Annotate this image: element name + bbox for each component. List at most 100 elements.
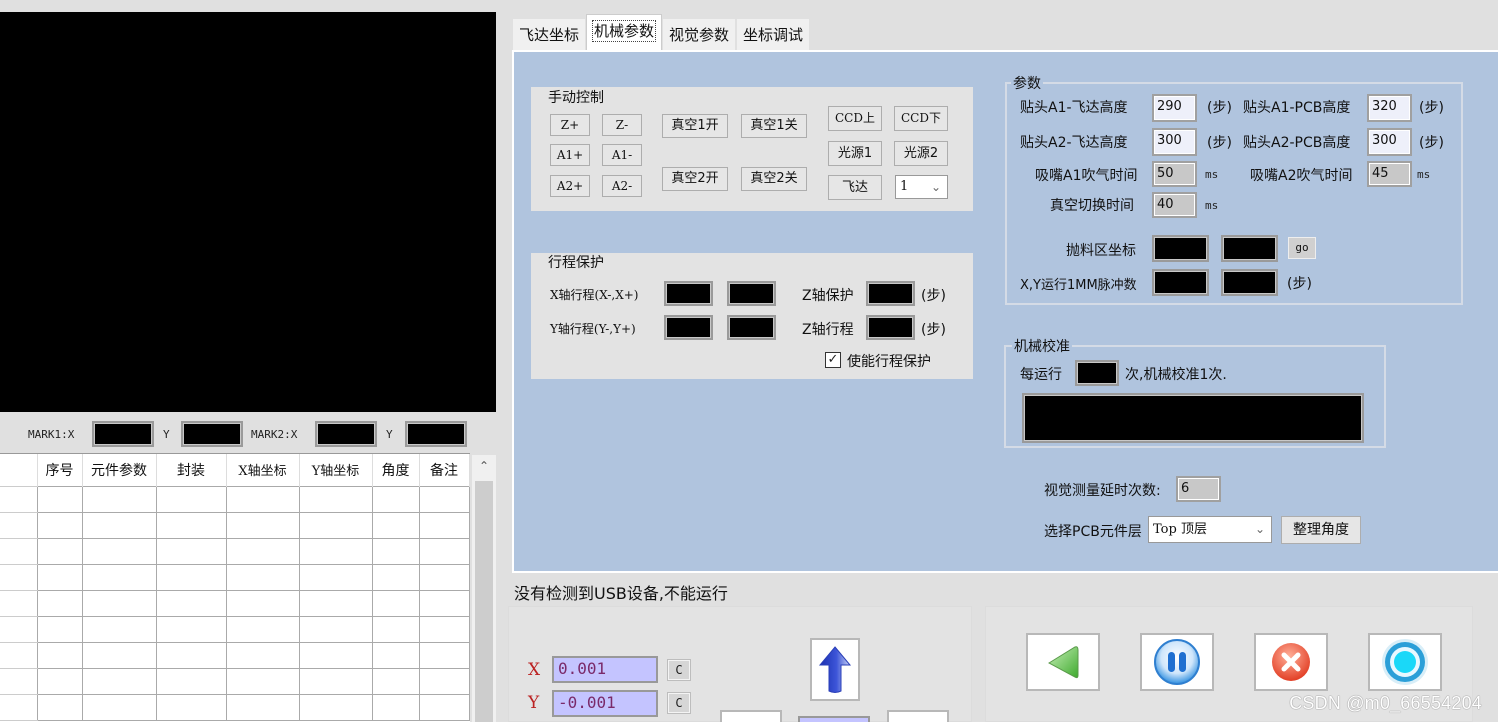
a2-plus-button[interactable]: A2+ <box>550 175 590 197</box>
pcb-layer-select[interactable]: Top 顶层 ⌄ <box>1148 516 1272 543</box>
z-plus-button[interactable]: Z+ <box>550 114 590 136</box>
table-cell[interactable] <box>36 511 83 539</box>
pulse-x-input[interactable] <box>1152 269 1209 296</box>
jog-y-input[interactable]: -0.001 <box>552 690 658 717</box>
col-header-rowhead[interactable] <box>0 454 38 486</box>
table-cell[interactable] <box>225 537 300 565</box>
table-cell[interactable] <box>371 589 420 617</box>
calibration-log[interactable] <box>1022 393 1364 443</box>
table-cell[interactable] <box>81 563 157 591</box>
table-row[interactable] <box>0 667 470 695</box>
z-protect-input[interactable] <box>866 281 915 306</box>
row-header-cell[interactable] <box>0 537 38 565</box>
table-cell[interactable] <box>155 641 227 669</box>
tab-vision-params[interactable]: 视觉参数 <box>662 18 737 50</box>
a1-feeder-height-input[interactable]: 290 <box>1152 94 1197 122</box>
table-cell[interactable] <box>371 641 420 669</box>
table-cell[interactable] <box>298 485 373 513</box>
table-cell[interactable] <box>225 589 300 617</box>
table-cell[interactable] <box>418 667 470 695</box>
table-cell[interactable] <box>298 563 373 591</box>
vacuum1-off-button[interactable]: 真空1关 <box>741 114 807 138</box>
table-cell[interactable] <box>298 537 373 565</box>
table-cell[interactable] <box>155 511 227 539</box>
table-cell[interactable] <box>225 511 300 539</box>
table-row[interactable] <box>0 537 470 565</box>
table-cell[interactable] <box>155 563 227 591</box>
table-cell[interactable] <box>81 693 157 721</box>
table-cell[interactable] <box>81 615 157 643</box>
a1-plus-button[interactable]: A1+ <box>550 144 590 166</box>
table-row[interactable] <box>0 511 470 539</box>
table-cell[interactable] <box>371 667 420 695</box>
pulse-y-input[interactable] <box>1221 269 1278 296</box>
tab-feeder-coords[interactable]: 飞达坐标 <box>512 18 587 50</box>
nozzle-a2-blow-input[interactable]: 45 <box>1367 161 1412 187</box>
table-cell[interactable] <box>298 615 373 643</box>
table-cell[interactable] <box>225 693 300 721</box>
a2-feeder-height-input[interactable]: 300 <box>1152 128 1197 156</box>
table-cell[interactable] <box>36 563 83 591</box>
jog-left-button[interactable] <box>720 710 782 722</box>
table-cell[interactable] <box>371 537 420 565</box>
table-cell[interactable] <box>81 641 157 669</box>
go-button[interactable]: go <box>1288 237 1316 259</box>
y-travel-max-input[interactable] <box>727 315 776 340</box>
table-row[interactable] <box>0 641 470 669</box>
table-cell[interactable] <box>155 589 227 617</box>
table-cell[interactable] <box>36 589 83 617</box>
table-cell[interactable] <box>298 641 373 669</box>
jog-y-clear-button[interactable]: C <box>668 693 690 713</box>
scrollbar-thumb[interactable] <box>475 481 493 722</box>
mark2-y-input[interactable] <box>405 421 467 447</box>
table-cell[interactable] <box>36 485 83 513</box>
table-row[interactable] <box>0 485 470 513</box>
col-header-component[interactable]: 元件参数 <box>82 454 157 486</box>
ccd-up-button[interactable]: CCD上 <box>828 106 882 131</box>
row-header-cell[interactable] <box>0 615 38 643</box>
table-cell[interactable] <box>36 693 83 721</box>
col-header-x-coord[interactable]: X轴坐标 <box>226 454 300 486</box>
col-header-index[interactable]: 序号 <box>37 454 83 486</box>
table-cell[interactable] <box>225 641 300 669</box>
pause-button[interactable] <box>1140 633 1214 691</box>
tab-mechanical-params[interactable]: 机械参数 <box>586 14 663 50</box>
table-row[interactable] <box>0 589 470 617</box>
table-cell[interactable] <box>298 511 373 539</box>
vacuum-switch-input[interactable]: 40 <box>1152 192 1197 218</box>
table-scrollbar[interactable]: ⌃ <box>472 455 496 722</box>
table-cell[interactable] <box>371 563 420 591</box>
row-header-cell[interactable] <box>0 693 38 721</box>
calibration-interval-input[interactable] <box>1075 360 1119 386</box>
a1-pcb-height-input[interactable]: 320 <box>1367 94 1412 122</box>
jog-x-input[interactable]: 0.001 <box>552 656 658 683</box>
jog-right-button[interactable] <box>887 710 949 722</box>
col-header-package[interactable]: 封装 <box>156 454 227 486</box>
z-minus-button[interactable]: Z- <box>602 114 642 136</box>
vacuum2-on-button[interactable]: 真空2开 <box>662 167 728 191</box>
vacuum2-off-button[interactable]: 真空2关 <box>741 167 807 191</box>
jog-x-clear-button[interactable]: C <box>668 660 690 680</box>
table-cell[interactable] <box>418 537 470 565</box>
discard-y-input[interactable] <box>1221 235 1278 262</box>
table-cell[interactable] <box>371 693 420 721</box>
table-cell[interactable] <box>418 485 470 513</box>
row-header-cell[interactable] <box>0 589 38 617</box>
jog-up-button[interactable] <box>810 638 860 701</box>
scroll-up-icon[interactable]: ⌃ <box>472 455 496 477</box>
z-travel-input[interactable] <box>866 315 915 340</box>
vision-delay-input[interactable]: 6 <box>1176 476 1221 502</box>
table-cell[interactable] <box>81 511 157 539</box>
col-header-angle[interactable]: 角度 <box>372 454 420 486</box>
ccd-down-button[interactable]: CCD下 <box>894 106 948 131</box>
table-row[interactable] <box>0 615 470 643</box>
component-table[interactable]: 序号 元件参数 封装 X轴坐标 Y轴坐标 角度 备注 <box>0 453 470 722</box>
x-travel-min-input[interactable] <box>664 281 713 306</box>
a1-minus-button[interactable]: A1- <box>602 144 642 166</box>
col-header-note[interactable]: 备注 <box>419 454 470 486</box>
tab-coord-debug[interactable]: 坐标调试 <box>736 18 811 50</box>
feeder-button[interactable]: 飞达 <box>828 175 882 200</box>
table-cell[interactable] <box>36 537 83 565</box>
table-cell[interactable] <box>155 615 227 643</box>
start-button[interactable] <box>1368 633 1442 691</box>
